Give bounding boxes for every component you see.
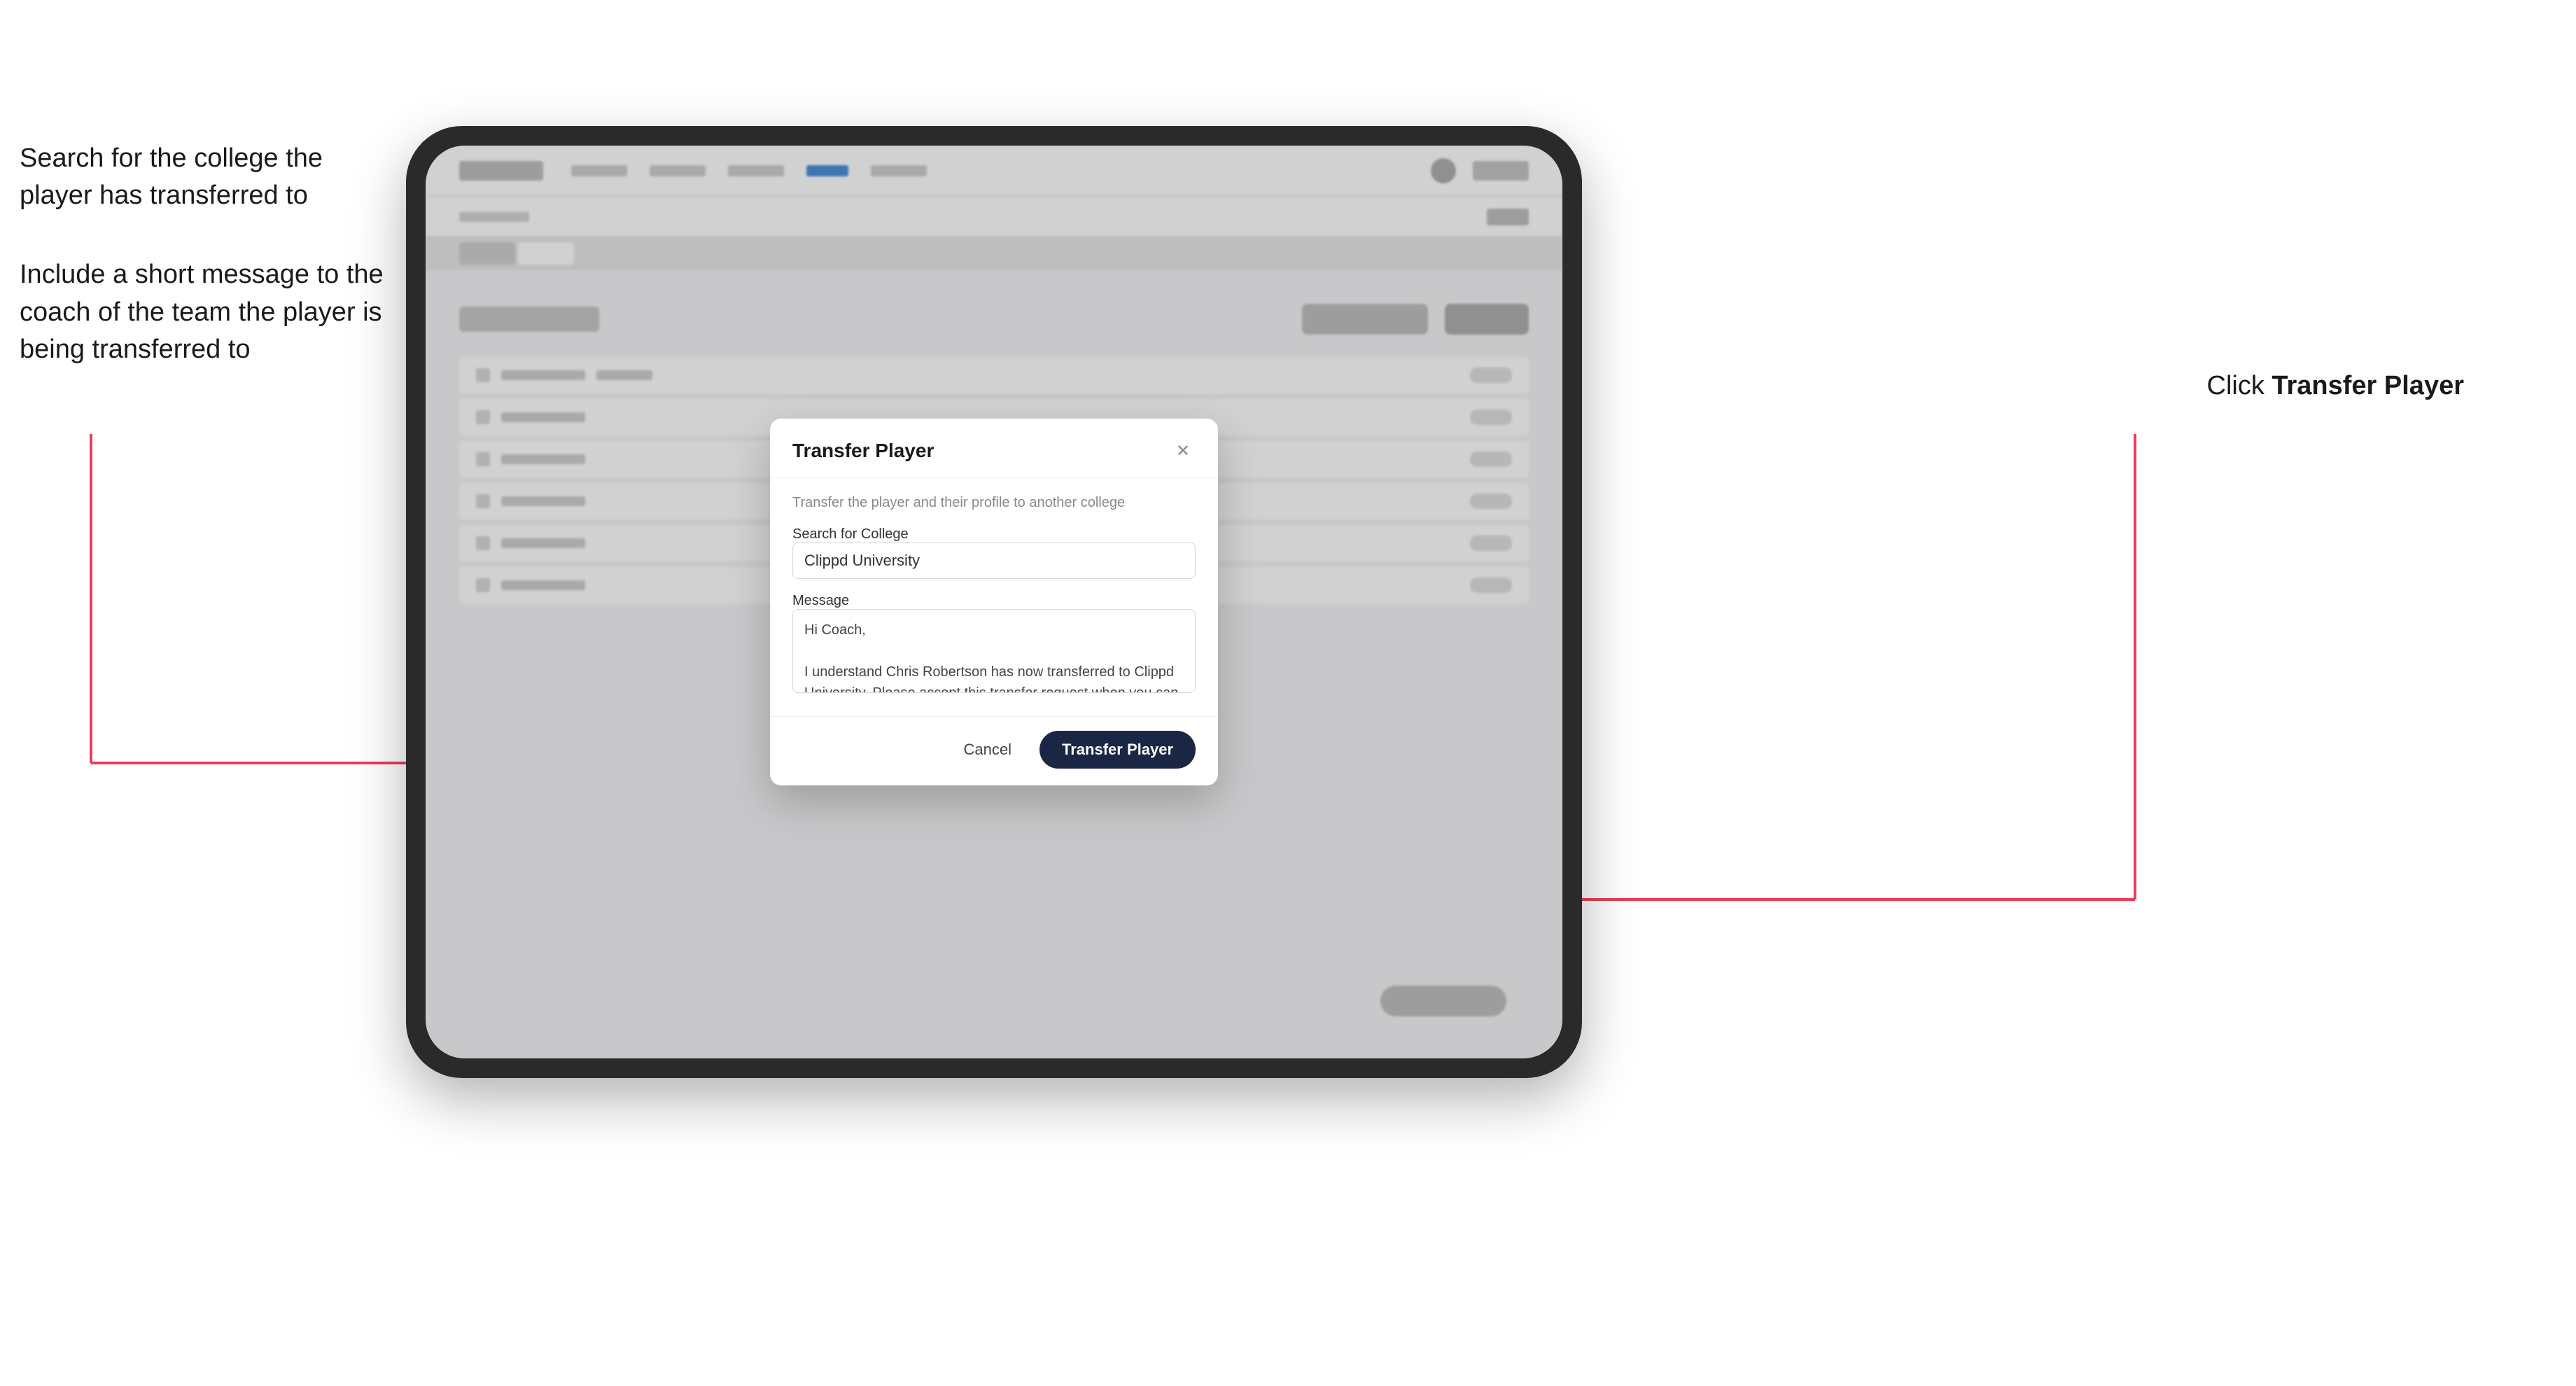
transfer-player-dialog: Transfer Player ✕ Transfer the player an… [770,419,1218,785]
tablet-outer: Transfer Player ✕ Transfer the player an… [406,126,1582,1078]
dialog-footer: Cancel Transfer Player [770,716,1218,785]
annotation-message-text: Include a short message to the coach of … [20,260,384,363]
dialog-close-button[interactable]: ✕ [1170,438,1196,463]
dialog-overlay: Transfer Player ✕ Transfer the player an… [426,146,1562,1058]
annotation-left: Search for the college the player has tr… [20,140,384,368]
message-label: Message [792,593,849,608]
dialog-title: Transfer Player [792,440,934,462]
annotation-right: Click Transfer Player [2207,371,2465,401]
annotation-click-prefix: Click [2207,371,2272,400]
annotation-transfer-bold: Transfer Player [2272,371,2464,400]
search-college-input[interactable] [792,542,1196,579]
transfer-player-button[interactable]: Transfer Player [1040,731,1196,769]
dialog-description: Transfer the player and their profile to… [792,495,1196,511]
search-college-label: Search for College [792,526,909,542]
tablet-device: Transfer Player ✕ Transfer the player an… [406,126,1582,1078]
message-textarea[interactable]: Hi Coach, I understand Chris Robertson h… [792,609,1196,693]
dialog-body: Transfer the player and their profile to… [770,478,1218,716]
annotation-search-text: Search for the college the player has tr… [20,144,323,210]
dialog-header: Transfer Player ✕ [770,419,1218,478]
tablet-screen: Transfer Player ✕ Transfer the player an… [426,146,1562,1058]
cancel-button[interactable]: Cancel [950,734,1026,766]
